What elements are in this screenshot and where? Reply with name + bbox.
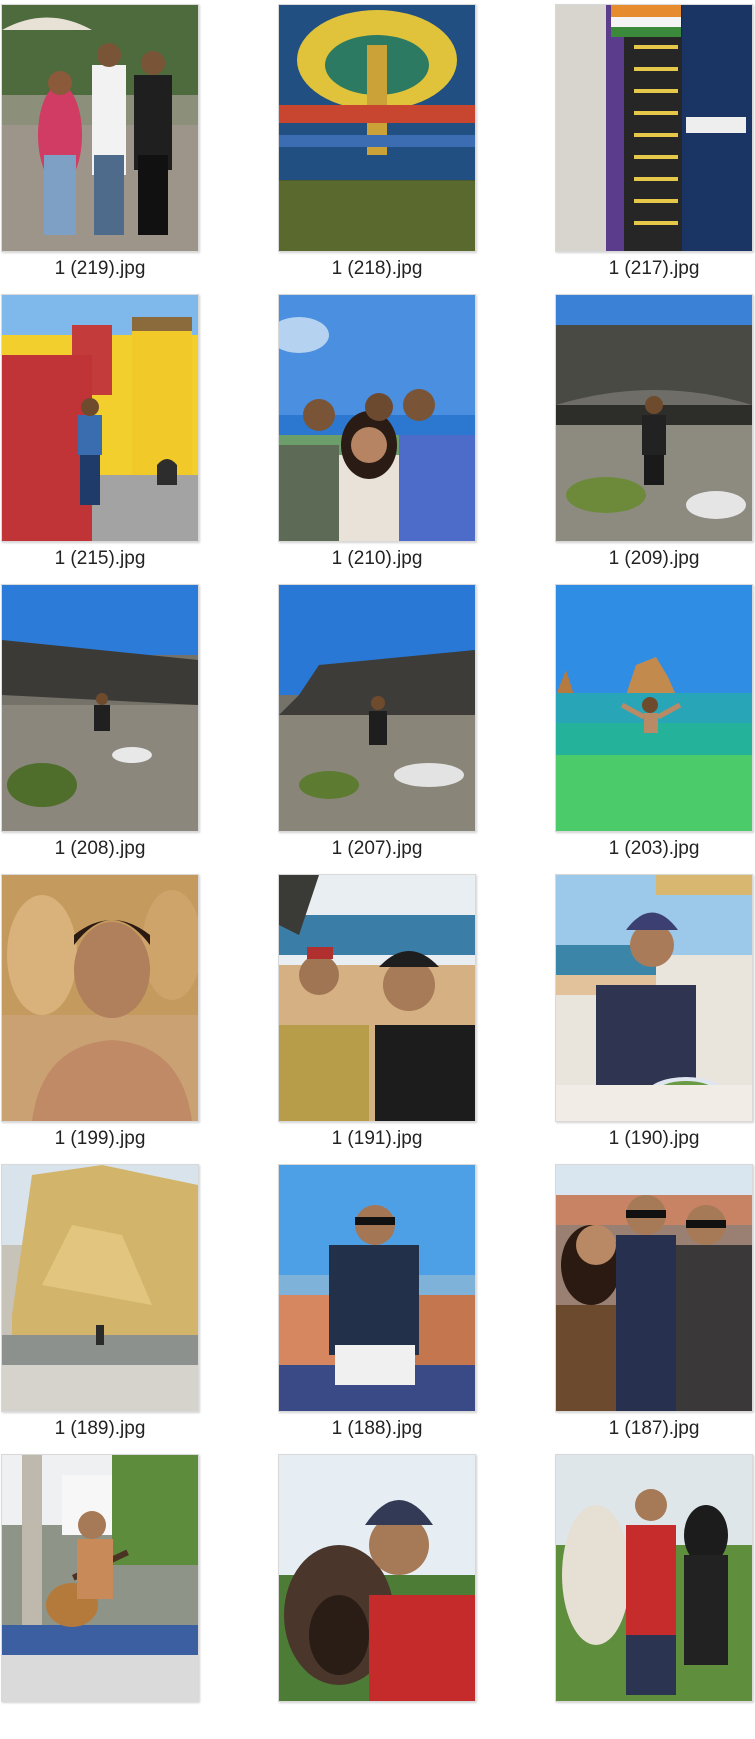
file-name-label: 1 (215).jpg — [54, 548, 146, 569]
rock-cave-photo-icon — [556, 295, 752, 541]
city-view-photo-icon — [279, 1165, 475, 1411]
alpaca-selfie-photo-icon — [279, 1455, 475, 1701]
thumbnail-image — [555, 1454, 753, 1702]
yellow-palace-photo-icon — [2, 295, 198, 541]
thumbnail-image — [555, 1164, 753, 1412]
friends-group-photo-icon — [556, 1165, 752, 1411]
file-item-207[interactable]: 1 (207).jpg — [278, 584, 476, 869]
thumbnail-image — [278, 294, 476, 542]
rocky-coast-photo-icon — [2, 585, 198, 831]
file-name-label: 1 (219).jpg — [54, 258, 146, 279]
thumbnail-image — [1, 4, 199, 252]
thumbnail-image — [278, 4, 476, 252]
thumbnail-image — [278, 1454, 476, 1702]
group-selfie-photo-icon — [279, 295, 475, 541]
cafe-drink-photo-icon — [556, 875, 752, 1121]
file-item-218[interactable]: 1 (218).jpg — [278, 4, 476, 289]
thumbnail-image — [1, 584, 199, 832]
thumbnail-image — [555, 294, 753, 542]
cliff-selfie-photo-icon — [2, 875, 198, 1121]
thumbnail-image — [1, 294, 199, 542]
graffiti-wall-photo-icon — [556, 5, 752, 251]
street-mural-photo-icon — [279, 5, 475, 251]
file-item-188[interactable]: 1 (188).jpg — [278, 1164, 476, 1449]
sea-swim-photo-icon — [556, 585, 752, 831]
thumbnail-image — [1, 1164, 199, 1412]
guitar-player-photo-icon — [2, 1455, 198, 1701]
file-item-210[interactable]: 1 (210).jpg — [278, 294, 476, 579]
thumbnail-image — [555, 4, 753, 252]
file-name-label: 1 (217).jpg — [608, 258, 700, 279]
thumbnail-image — [278, 584, 476, 832]
thumbnail-image — [278, 1164, 476, 1412]
file-item-partial-1[interactable] — [1, 1454, 199, 1739]
file-name-label: 1 (187).jpg — [608, 1418, 700, 1439]
sandstone-cliff-photo-icon — [2, 1165, 198, 1411]
file-name-label: 1 (188).jpg — [331, 1418, 423, 1439]
group-street-photo-icon — [2, 5, 198, 251]
file-item-219[interactable]: 1 (219).jpg — [1, 4, 199, 289]
rocky-coast-photo-icon — [279, 585, 475, 831]
file-item-203[interactable]: 1 (203).jpg — [555, 584, 753, 869]
file-item-191[interactable]: 1 (191).jpg — [278, 874, 476, 1159]
file-name-label: 1 (199).jpg — [54, 1128, 146, 1149]
alpaca-couple-photo-icon — [556, 1455, 752, 1701]
file-item-209[interactable]: 1 (209).jpg — [555, 294, 753, 579]
file-item-partial-3[interactable] — [555, 1454, 753, 1739]
thumbnail-image — [555, 584, 753, 832]
file-item-217[interactable]: 1 (217).jpg — [555, 4, 753, 289]
file-name-label: 1 (207).jpg — [331, 838, 423, 859]
file-thumbnail-grid: 1 (219).jpg 1 (218).jpg 1 (217).jpg 1 (2… — [0, 0, 755, 1705]
file-name-label: 1 (189).jpg — [54, 1418, 146, 1439]
file-item-199[interactable]: 1 (199).jpg — [1, 874, 199, 1159]
thumbnail-image — [1, 1454, 199, 1702]
file-item-187[interactable]: 1 (187).jpg — [555, 1164, 753, 1449]
file-item-208[interactable]: 1 (208).jpg — [1, 584, 199, 869]
file-name-label: 1 (218).jpg — [331, 258, 423, 279]
file-name-label: 1 (191).jpg — [331, 1128, 423, 1149]
file-name-label: 1 (209).jpg — [608, 548, 700, 569]
file-name-label: 1 (208).jpg — [54, 838, 146, 859]
file-item-190[interactable]: 1 (190).jpg — [555, 874, 753, 1159]
thumbnail-image — [1, 874, 199, 1122]
file-item-partial-2[interactable] — [278, 1454, 476, 1739]
beach-selfie-photo-icon — [279, 875, 475, 1121]
thumbnail-image — [278, 874, 476, 1122]
file-name-label: 1 (210).jpg — [331, 548, 423, 569]
file-item-189[interactable]: 1 (189).jpg — [1, 1164, 199, 1449]
file-name-label: 1 (203).jpg — [608, 838, 700, 859]
file-name-label: 1 (190).jpg — [608, 1128, 700, 1149]
file-item-215[interactable]: 1 (215).jpg — [1, 294, 199, 579]
thumbnail-image — [555, 874, 753, 1122]
